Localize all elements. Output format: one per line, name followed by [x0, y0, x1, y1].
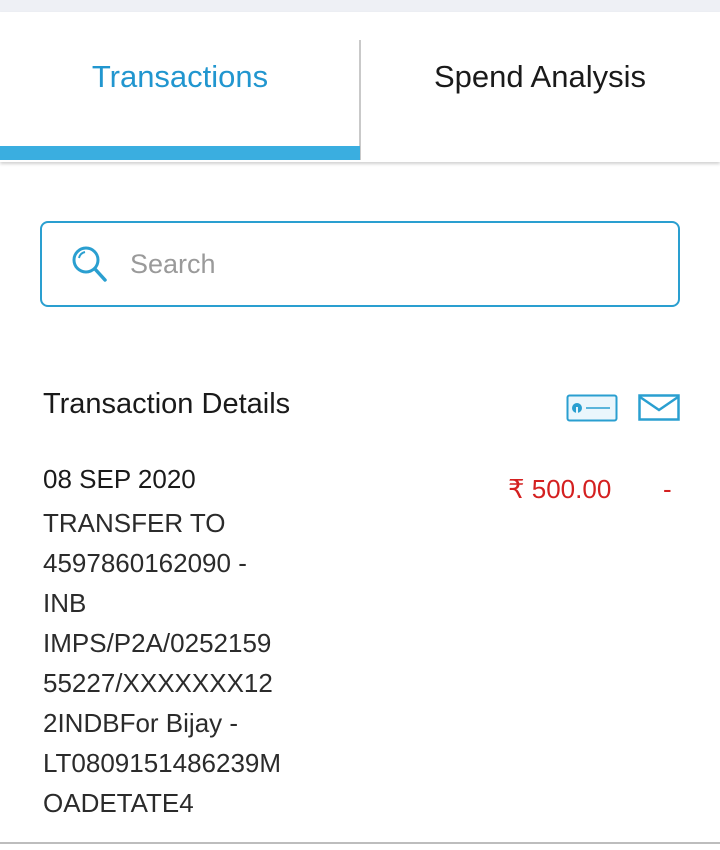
tab-spend-analysis-label: Spend Analysis: [434, 59, 646, 94]
tab-bar: Transactions Spend Analysis: [0, 12, 720, 162]
description-line: OADETATE4: [43, 788, 194, 818]
mail-icon[interactable]: [638, 394, 680, 422]
search-box[interactable]: [40, 221, 680, 307]
credit-amount: -: [663, 474, 672, 504]
description-line: INB: [43, 588, 87, 618]
description-line: 55227/XXXXXXX12: [43, 668, 273, 698]
transaction-date: 08 SEP 2020: [43, 464, 196, 494]
active-tab-indicator: [0, 146, 360, 160]
description-line: IMPS/P2A/0252159: [43, 628, 272, 658]
description-line: 4597860162090 -: [43, 548, 247, 578]
search-icon: [68, 242, 112, 286]
row-divider: [0, 842, 720, 844]
transaction-description: TRANSFER TO 4597860162090 - INB IMPS/P2A…: [43, 503, 323, 823]
description-line: 2INDBFor Bijay -: [43, 708, 239, 738]
tab-transactions[interactable]: Transactions: [0, 12, 360, 162]
description-line: LT0809151486239M: [43, 748, 282, 778]
passbook-icon[interactable]: [566, 394, 618, 422]
tab-spend-analysis[interactable]: Spend Analysis: [360, 12, 720, 162]
debit-amount: ₹ 500.00: [508, 474, 612, 504]
search-input[interactable]: [130, 234, 650, 294]
section-title: Transaction Details: [43, 388, 291, 420]
description-line: TRANSFER TO: [43, 508, 226, 538]
tab-transactions-label: Transactions: [91, 59, 269, 94]
status-strip: [0, 0, 720, 12]
